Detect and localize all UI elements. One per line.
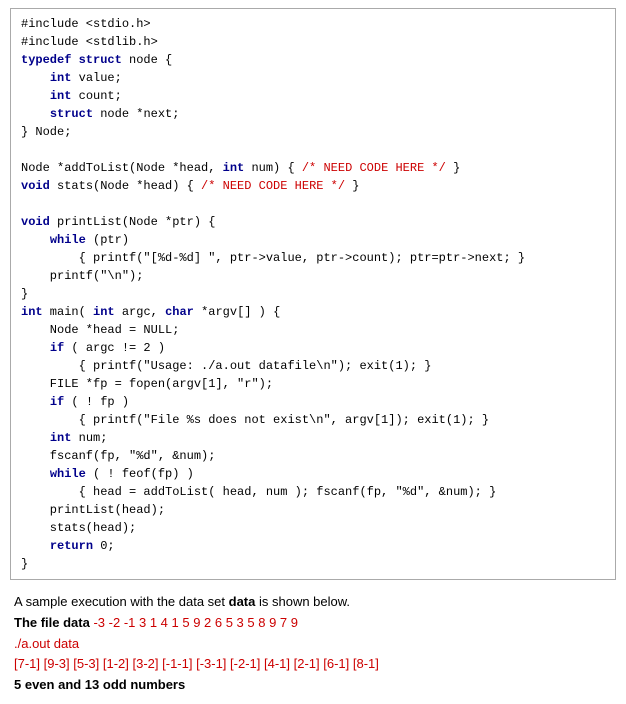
description-line4: [7-1] [9-3] [5-3] [1-2] [3-2] [-1-1] [-3… [14,654,612,675]
code-line: while (ptr) [21,231,605,249]
code-line [21,141,605,159]
code-line: } [21,285,605,303]
code-line: int num; [21,429,605,447]
code-line: return 0; [21,537,605,555]
description-line3: ./a.out data [14,634,612,655]
code-line: Node *addToList(Node *head, int num) { /… [21,159,605,177]
main-container: #include <stdio.h> #include <stdlib.h> t… [0,0,626,704]
description-line5: 5 even and 13 odd numbers [14,675,612,696]
code-line: #include <stdio.h> [21,15,605,33]
code-line: { printf("File %s does not exist\n", arg… [21,411,605,429]
code-line: void printList(Node *ptr) { [21,213,605,231]
description-block: A sample execution with the data set dat… [10,592,616,696]
code-line: FILE *fp = fopen(argv[1], "r"); [21,375,605,393]
description-line1: A sample execution with the data set dat… [14,592,612,613]
code-line: stats(head); [21,519,605,537]
code-line: #include <stdlib.h> [21,33,605,51]
code-line: int value; [21,69,605,87]
code-line: { head = addToList( head, num ); fscanf(… [21,483,605,501]
code-line: struct node *next; [21,105,605,123]
code-line: Node *head = NULL; [21,321,605,339]
code-line: } Node; [21,123,605,141]
code-line: while ( ! feof(fp) ) [21,465,605,483]
code-line: int main( int argc, char *argv[] ) { [21,303,605,321]
code-line: fscanf(fp, "%d", &num); [21,447,605,465]
code-line: int count; [21,87,605,105]
code-line: { printf("[%d-%d] ", ptr->value, ptr->co… [21,249,605,267]
code-line: if ( argc != 2 ) [21,339,605,357]
code-line: printf("\n"); [21,267,605,285]
code-line: if ( ! fp ) [21,393,605,411]
code-line: } [21,555,605,573]
description-line2: The file data -3 -2 -1 3 1 4 1 5 9 2 6 5… [14,613,612,634]
code-line: { printf("Usage: ./a.out datafile\n"); e… [21,357,605,375]
code-line: typedef struct node { [21,51,605,69]
code-line: printList(head); [21,501,605,519]
code-line: void stats(Node *head) { /* NEED CODE HE… [21,177,605,195]
code-line [21,195,605,213]
code-block: #include <stdio.h> #include <stdlib.h> t… [10,8,616,580]
